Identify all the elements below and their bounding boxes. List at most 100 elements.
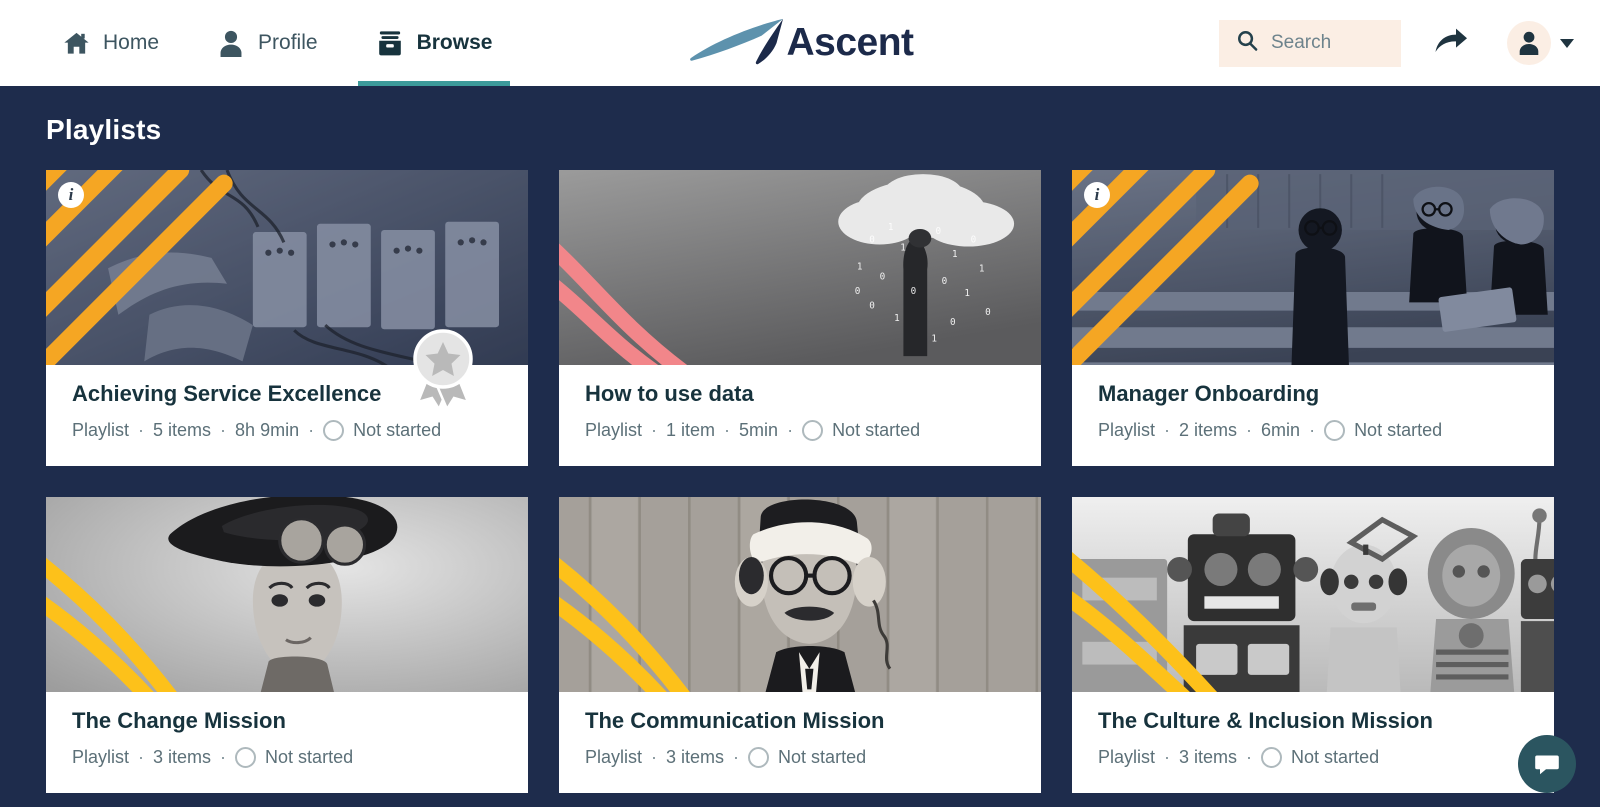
meta-separator: · [1164, 420, 1171, 440]
nav-item-label: Browse [416, 31, 493, 54]
meta-separator: · [220, 420, 227, 440]
card-thumbnail [46, 497, 528, 692]
meta-separator: · [1309, 420, 1316, 440]
meta-separator: · [138, 747, 145, 767]
card-items: 1 item [666, 420, 716, 440]
nav-item-browse[interactable]: Browse [357, 0, 511, 86]
card-title: Manager Onboarding [1098, 381, 1320, 406]
avatar [1507, 21, 1551, 65]
card-title: The Communication Mission [585, 708, 885, 733]
meta-separator: · [308, 420, 315, 440]
home-icon [62, 29, 90, 57]
user-menu[interactable] [1507, 21, 1574, 65]
card-image [1072, 497, 1554, 692]
card-title: How to use data [585, 381, 754, 406]
meta-separator: · [1246, 747, 1253, 767]
card-status: Not started [832, 420, 921, 440]
person-icon [1519, 31, 1539, 55]
card-meta: Playlist · 5 items · 8h 9min · Not start… [72, 420, 502, 441]
card-body: The Communication Mission Playlist · 3 i… [559, 692, 1041, 768]
meta-separator: · [220, 747, 227, 767]
card-thumbnail [1072, 497, 1554, 692]
playlist-card[interactable]: The Change Mission Playlist · 3 items · … [46, 497, 528, 793]
svg-text:0: 0 [869, 301, 875, 312]
page-content: Playlists i Achieving Service Excellence… [0, 86, 1600, 807]
nav-item-profile[interactable]: Profile [199, 0, 336, 86]
app-header: Home Profile Browse Ascent Search [0, 0, 1600, 86]
app-logo[interactable]: Ascent [686, 17, 914, 69]
svg-text:1: 1 [931, 334, 937, 345]
image-tint [46, 170, 528, 365]
card-type: Playlist [585, 747, 643, 767]
playlist-card[interactable]: The Culture & Inclusion Mission Playlist… [1072, 497, 1554, 793]
nav-item-home[interactable]: Home [44, 0, 177, 86]
nav-item-label: Profile [258, 31, 318, 54]
svg-text:1: 1 [964, 288, 970, 299]
search-input[interactable] [1271, 32, 1381, 54]
card-type: Playlist [1098, 747, 1156, 767]
status-indicator-icon [1324, 420, 1346, 441]
card-status: Not started [1354, 420, 1443, 440]
playlist-card[interactable]: i Achieving Service Excellence Playlist … [46, 170, 528, 466]
card-body: How to use data Playlist · 1 item · 5min… [559, 365, 1041, 441]
playlist-card[interactable]: The Communication Mission Playlist · 3 i… [559, 497, 1041, 793]
card-meta: Playlist · 2 items · 6min · Not started [1098, 420, 1528, 441]
svg-text:1: 1 [888, 222, 894, 233]
svg-text:0: 0 [971, 234, 977, 245]
svg-text:0: 0 [950, 317, 956, 328]
svg-text:0: 0 [985, 307, 991, 318]
card-meta: Playlist · 3 items · Not started [1098, 747, 1528, 768]
svg-text:0: 0 [880, 272, 886, 283]
card-duration: 5min [739, 420, 779, 440]
card-meta: Playlist · 3 items · Not started [585, 747, 1015, 768]
card-items: 3 items [666, 747, 725, 767]
image-tint [1072, 170, 1554, 365]
search-box[interactable] [1219, 19, 1401, 67]
share-button[interactable] [1423, 15, 1479, 71]
card-type: Playlist [72, 747, 130, 767]
card-items: 2 items [1179, 420, 1238, 440]
svg-text:1: 1 [900, 243, 906, 254]
status-indicator-icon [1261, 747, 1283, 768]
meta-separator: · [1164, 747, 1171, 767]
card-type: Playlist [1098, 420, 1156, 440]
svg-text:1: 1 [894, 313, 900, 324]
card-thumbnail: i [1072, 170, 1554, 365]
card-status: Not started [1291, 747, 1380, 767]
card-thumbnail: 011 010 100 101 010 001 [559, 170, 1041, 365]
playlist-card[interactable]: i Manager Onboarding Playlist · 2 items … [1072, 170, 1554, 466]
info-icon[interactable]: i [1084, 182, 1110, 208]
card-image [559, 497, 1041, 692]
status-indicator-icon [802, 420, 824, 441]
card-image [46, 497, 528, 692]
card-body: The Change Mission Playlist · 3 items · … [46, 692, 528, 768]
svg-text:0: 0 [942, 276, 948, 287]
status-indicator-icon [235, 747, 257, 768]
card-title: Achieving Service Excellence [72, 381, 382, 406]
playlist-grid: i Achieving Service Excellence Playlist … [46, 170, 1554, 793]
card-items: 3 items [153, 747, 212, 767]
meta-separator: · [733, 747, 740, 767]
page-title: Playlists [46, 114, 162, 145]
card-type: Playlist [585, 420, 643, 440]
card-duration: 8h 9min [235, 420, 300, 440]
meta-separator: · [651, 747, 658, 767]
playlist-card[interactable]: 011 010 100 101 010 001 How to use data [559, 170, 1041, 466]
status-indicator-icon [748, 747, 770, 768]
header-actions [1219, 0, 1574, 86]
chevron-down-icon [1560, 38, 1574, 48]
svg-text:0: 0 [869, 234, 875, 245]
svg-text:0: 0 [911, 286, 917, 297]
search-icon [1236, 29, 1259, 57]
card-body: The Culture & Inclusion Mission Playlist… [1072, 692, 1554, 768]
svg-text:0: 0 [935, 226, 941, 237]
svg-text:1: 1 [952, 249, 958, 260]
card-thumbnail: i [46, 170, 528, 365]
chat-button[interactable] [1518, 735, 1576, 793]
card-items: 3 items [1179, 747, 1238, 767]
info-icon[interactable]: i [58, 182, 84, 208]
ascent-swoosh-icon [690, 18, 784, 65]
chat-bubble-icon [1535, 755, 1559, 775]
card-thumbnail [559, 497, 1041, 692]
meta-separator: · [724, 420, 731, 440]
